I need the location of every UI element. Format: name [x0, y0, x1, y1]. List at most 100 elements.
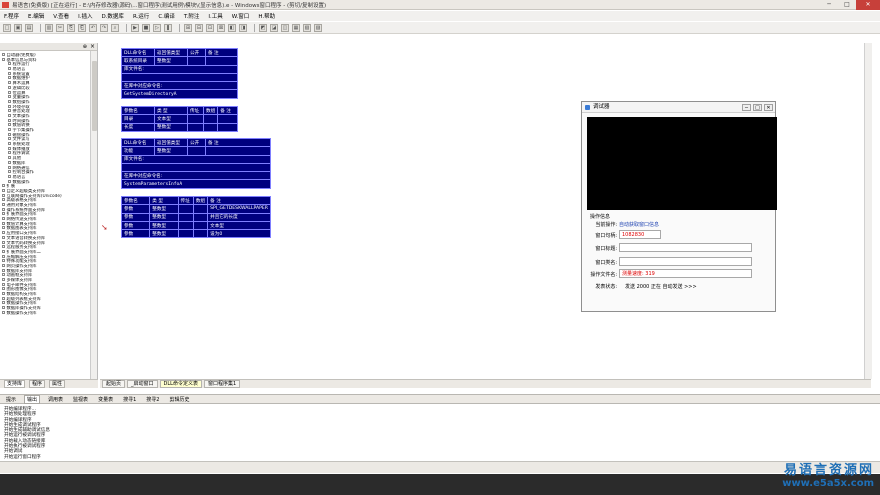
- toolbar-button-icon[interactable]: ▦: [292, 23, 300, 32]
- param-name-cell[interactable]: 长度: [121, 122, 155, 132]
- param-byref-cell[interactable]: [177, 212, 194, 222]
- param-remark-cell[interactable]: [217, 122, 238, 132]
- toolbar-button-icon[interactable]: ⊞: [184, 23, 192, 32]
- expander-icon[interactable]: [8, 156, 11, 160]
- output-tab[interactable]: 输出: [24, 394, 41, 404]
- entry-label[interactable]: 在库中对应命令名:: [121, 171, 271, 181]
- tree-scrollbar[interactable]: [90, 51, 97, 379]
- toolbar-button-icon[interactable]: ■: [142, 23, 150, 32]
- expander-icon[interactable]: [8, 113, 11, 117]
- scroll-thumb[interactable]: [92, 61, 97, 131]
- param-remark-cell[interactable]: [217, 114, 238, 124]
- dll-table-2[interactable]: DLL命令名 返回值类型 公开 备 注 功能 整数型 库文件名: 在库中对应命令…: [121, 137, 271, 189]
- param-table-1[interactable]: 参数名 类 型 传址 数组 备 注 目录 文本型 长度 整数型: [121, 105, 238, 132]
- expander-icon[interactable]: [2, 235, 5, 239]
- expander-icon[interactable]: [2, 296, 5, 300]
- expander-icon[interactable]: [8, 165, 11, 169]
- menu-item-9[interactable]: W.窗口: [232, 12, 250, 20]
- param-name-cell[interactable]: 参数: [120, 204, 151, 214]
- expander-icon[interactable]: [2, 287, 5, 291]
- file-name-field[interactable]: 测量速度: 319: [619, 269, 752, 278]
- expander-icon[interactable]: [2, 301, 5, 305]
- toolbar-button-icon[interactable]: ❚: [164, 23, 172, 32]
- toolbar-button-icon[interactable]: ↷: [100, 23, 108, 32]
- menu-item-7[interactable]: T.附注: [184, 12, 199, 20]
- expander-icon[interactable]: [8, 160, 11, 164]
- menu-item-8[interactable]: I.工具: [208, 12, 222, 20]
- remark-cell[interactable]: [205, 56, 238, 66]
- expander-icon[interactable]: [2, 240, 5, 244]
- param-type-cell[interactable]: 整数型: [149, 220, 179, 231]
- output-tab[interactable]: 监视表: [71, 396, 90, 403]
- menu-item-3[interactable]: I.插入: [78, 12, 92, 20]
- output-tab[interactable]: 剪辑历史: [167, 396, 191, 403]
- expander-icon[interactable]: [8, 179, 11, 183]
- expander-icon[interactable]: [8, 67, 11, 71]
- toolbar-button-icon[interactable]: ⊡: [206, 23, 214, 32]
- toolbar-button-icon[interactable]: ▶: [131, 23, 139, 32]
- expander-icon[interactable]: [8, 151, 11, 155]
- expander-icon[interactable]: [8, 85, 11, 89]
- param-remark-cell[interactable]: 并且它的长度: [207, 212, 271, 222]
- dll-table-1[interactable]: DLL命令名 返回值类型 公开 备 注 取系统目录 整数型 库文件名: 在库中对…: [121, 47, 238, 99]
- dll-name-cell[interactable]: 取系统目录: [121, 56, 155, 66]
- toolbar-button-icon[interactable]: ▨: [314, 23, 322, 32]
- expander-icon[interactable]: [8, 142, 11, 146]
- param-remark-cell[interactable]: 文本型: [207, 220, 271, 231]
- param-array-cell[interactable]: [192, 229, 209, 239]
- editor-tab[interactable]: _启动窗口: [127, 380, 158, 388]
- minimize-button[interactable]: ─: [742, 104, 751, 111]
- param-type-cell[interactable]: 整数型: [154, 122, 188, 132]
- expander-icon[interactable]: [2, 226, 5, 230]
- toolbar-button-icon[interactable]: □: [3, 23, 11, 32]
- expander-icon[interactable]: [8, 104, 11, 108]
- editor-scrollbar[interactable]: [864, 43, 872, 379]
- public-cell[interactable]: [187, 56, 206, 66]
- toolbar-button-icon[interactable]: ↶: [89, 23, 97, 32]
- output-tab[interactable]: 搜寻1: [121, 396, 138, 403]
- expander-icon[interactable]: [2, 212, 5, 216]
- toolbar-button-icon[interactable]: ⊠: [217, 23, 225, 32]
- param-table-2[interactable]: 参数名 类 型 传址 数组 备 注 参数 整数型 SPI_GETDESKWALL…: [120, 195, 271, 239]
- return-type-cell[interactable]: 整数型: [154, 56, 188, 66]
- public-cell[interactable]: [187, 146, 206, 156]
- expander-icon[interactable]: [8, 90, 11, 94]
- left-tab[interactable]: 支持库: [4, 380, 26, 388]
- menu-item-0[interactable]: F.程序: [4, 12, 19, 20]
- close-button[interactable]: ✕: [856, 0, 880, 10]
- toolbar-button-icon[interactable]: ▣: [14, 23, 22, 32]
- expander-icon[interactable]: [2, 310, 5, 314]
- return-type-cell[interactable]: 整数型: [154, 146, 188, 156]
- expander-icon[interactable]: [2, 306, 5, 310]
- left-tab[interactable]: 属性: [49, 380, 66, 388]
- editor-tab[interactable]: DLL命令定义表: [159, 380, 202, 388]
- libfile-label[interactable]: 库文件名:: [121, 154, 271, 164]
- expander-icon[interactable]: [8, 95, 11, 99]
- menu-item-2[interactable]: V.查看: [53, 12, 69, 20]
- toolbar-button-icon[interactable]: ⎘: [67, 23, 75, 32]
- toolbar-button-icon[interactable]: ◪: [270, 23, 278, 32]
- expander-icon[interactable]: [2, 57, 5, 61]
- menu-item-1[interactable]: E.编辑: [28, 12, 44, 20]
- param-remark-cell[interactable]: SPI_GETDESKWALLPAPER: [207, 204, 271, 214]
- expander-icon[interactable]: [2, 259, 5, 263]
- entry-value[interactable]: GetSystemDirectoryA: [121, 89, 238, 99]
- debugger-title-bar[interactable]: 调试器 ─ □ ✕: [582, 102, 775, 113]
- editor-tab[interactable]: 起始页: [102, 380, 126, 388]
- output-tab[interactable]: 调用表: [46, 396, 65, 403]
- expander-icon[interactable]: [8, 123, 11, 127]
- param-type-cell[interactable]: 整数型: [149, 212, 179, 222]
- expander-icon[interactable]: [2, 188, 5, 192]
- param-name-cell[interactable]: 参数: [120, 212, 151, 222]
- libfile-label[interactable]: 库文件名:: [121, 64, 238, 74]
- expander-icon[interactable]: [2, 273, 5, 277]
- output-panel[interactable]: 开始编译程序... 开始预处理程序 开始编译程序 开始生成调试程序 开始生成辅助调试信息…: [0, 405, 880, 461]
- param-byref-cell[interactable]: [187, 114, 204, 124]
- entry-label[interactable]: 在库中对应命令名:: [121, 81, 238, 91]
- toolbar-button-icon[interactable]: ▤: [25, 23, 33, 32]
- expander-icon[interactable]: [2, 203, 5, 206]
- expander-icon[interactable]: [2, 53, 5, 56]
- expander-icon[interactable]: [8, 132, 11, 136]
- close-icon[interactable]: ×: [90, 43, 95, 51]
- left-tab[interactable]: 程序: [29, 380, 46, 388]
